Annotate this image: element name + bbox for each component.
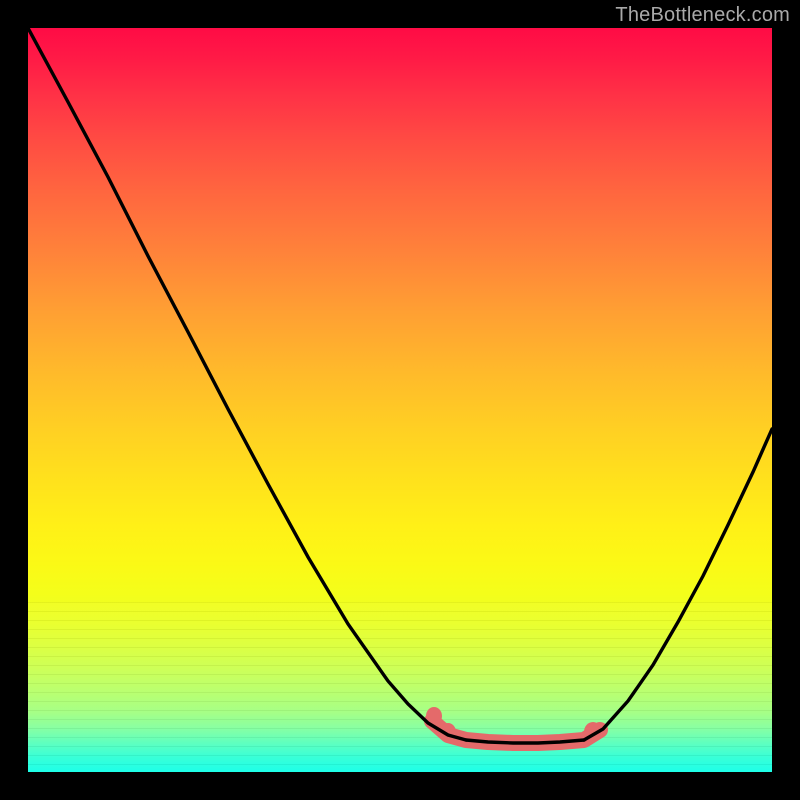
watermark-text: TheBottleneck.com [615, 4, 790, 27]
curve-layer [28, 28, 772, 772]
plot-area [28, 28, 772, 772]
left-curve [28, 28, 466, 740]
outer-frame: TheBottleneck.com [0, 0, 800, 800]
right-curve [584, 429, 772, 740]
